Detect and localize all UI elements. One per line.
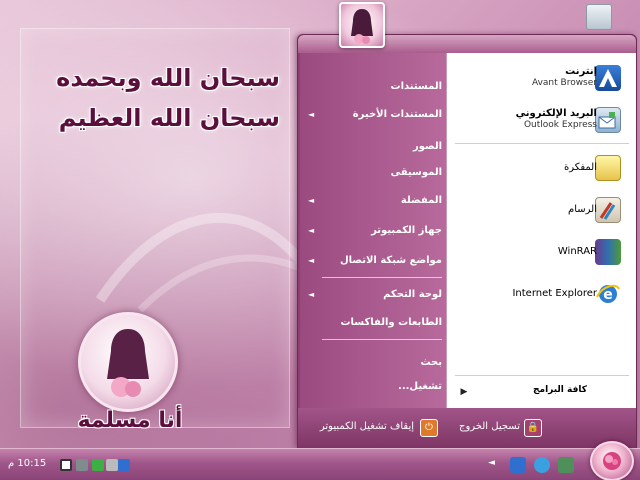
programs-pane: إنترنت Avant Browser البريد الإلكتروني O… [446,53,636,408]
volume-icon[interactable] [106,459,118,471]
places-item-label: الموسيقى [390,167,442,178]
quick-launch-bar [508,457,582,475]
start-menu-footer: 🔒 تسجيل الخروج ⏻ إيقاف تشغيل الكمبيوتر [298,408,636,448]
places-item-control-panel[interactable]: ◄ لوحة التحكم [300,285,446,305]
places-item-label: جهاز الكمبيوتر [371,225,442,236]
places-item-printers-faxes[interactable]: الطابعات والفاكسات [300,313,446,333]
places-item-label: لوحة التحكم [383,289,442,300]
avant-browser-icon [595,65,621,91]
program-item-internet-explorer[interactable]: e Internet Explorer [447,279,637,309]
system-tray: 10:15 م [0,453,140,477]
program-title: المفكرة [564,162,597,173]
wallpaper-avatar [78,312,178,412]
taskbar: 10:15 م ◄ [0,441,640,480]
avant-tray-icon[interactable] [118,459,130,471]
user-picture[interactable] [339,2,385,48]
program-item-email[interactable]: البريد الإلكتروني Outlook Express [447,105,637,135]
internet-explorer-icon[interactable] [534,457,550,473]
places-item-label: تشغيل... [398,381,442,392]
recycle-bin-icon[interactable] [586,4,612,30]
network-icon[interactable] [76,459,88,471]
rose-icon [603,452,621,470]
places-item-pictures[interactable]: الصور [300,137,446,157]
places-item-favorites[interactable]: ◄ المفضلة [300,191,446,211]
places-separator [322,339,442,340]
places-item-label: بحث [420,357,442,368]
internet-explorer-icon: e [595,281,621,307]
program-item-notepad[interactable]: المفكرة [447,153,637,183]
program-item-internet[interactable]: إنترنت Avant Browser [447,63,637,93]
submenu-arrow-icon: ◄ [308,110,315,119]
places-item-my-computer[interactable]: ◄ جهاز الكمبيوتر [300,221,446,241]
programs-separator [455,375,629,376]
veiled-figure-icon [107,329,149,397]
submenu-arrow-icon: ◄ [308,226,315,235]
winrar-icon [595,239,621,265]
power-icon: ⏻ [420,419,438,437]
program-subtitle: Avant Browser [531,78,597,88]
download-arrow-icon[interactable] [92,459,104,471]
tray-expand-chevron-icon[interactable]: ◄ [488,458,495,468]
program-title: WinRAR [557,246,597,257]
places-item-label: الطابعات والفاكسات [340,317,442,328]
veiled-figure-icon [351,9,373,44]
program-title: Internet Explorer [512,288,597,299]
places-item-label: المفضلة [400,195,442,206]
places-item-documents[interactable]: المستندات [300,77,446,97]
show-desktop-icon[interactable] [558,457,574,473]
notepad-icon [595,155,621,181]
program-item-winrar[interactable]: WinRAR [447,237,637,267]
places-item-label: الصور [412,141,442,152]
start-button[interactable] [590,441,634,480]
logoff-label: تسجيل الخروج [458,421,520,432]
places-item-label: المستندات [390,81,442,92]
paint-icon [595,197,621,223]
places-item-label: مواضع شبكة الاتصال [339,255,442,266]
shutdown-button[interactable]: ⏻ إيقاف تشغيل الكمبيوتر [302,418,448,438]
program-title: البريد الإلكتروني [515,108,597,119]
lock-icon: 🔒 [524,419,542,437]
outlook-express-icon [595,107,621,133]
places-item-network-places[interactable]: ◄ مواضع شبكة الاتصال [300,251,446,271]
places-pane: المستندات ◄ المستندات الأخيرة الصور المو… [300,53,446,408]
places-item-label: المستندات الأخيرة [352,109,442,120]
camera-icon[interactable] [60,459,72,471]
program-item-paint[interactable]: الرسام [447,195,637,225]
submenu-arrow-icon: ◄ [308,290,315,299]
submenu-arrow-icon: ◄ [308,196,315,205]
all-programs-label: كافة البرامج [533,385,587,395]
all-programs-arrow-icon: ▶ [457,385,471,399]
program-subtitle: Outlook Express [523,120,597,130]
clock[interactable]: 10:15 م [8,458,46,469]
places-item-run[interactable]: تشغيل... [300,377,446,397]
wallpaper-phrase-2: سبحان الله العظيم [58,104,280,132]
wallpaper-tagline: أنا مسلمة [77,408,183,433]
start-menu: المستندات ◄ المستندات الأخيرة الصور المو… [297,34,637,448]
avant-browser-icon[interactable] [510,457,526,473]
all-programs-button[interactable]: ▶ كافة البرامج [447,381,637,403]
places-separator [322,277,442,278]
shutdown-label: إيقاف تشغيل الكمبيوتر [319,421,414,432]
program-title: إنترنت [565,66,597,77]
places-item-recent-documents[interactable]: ◄ المستندات الأخيرة [300,105,446,125]
places-item-music[interactable]: الموسيقى [300,163,446,183]
programs-separator [455,143,629,144]
program-title: الرسام [568,204,597,215]
wallpaper-phrase-1: سبحان الله وبحمده [56,64,280,92]
places-item-search[interactable]: بحث [300,353,446,373]
submenu-arrow-icon: ◄ [308,256,315,265]
